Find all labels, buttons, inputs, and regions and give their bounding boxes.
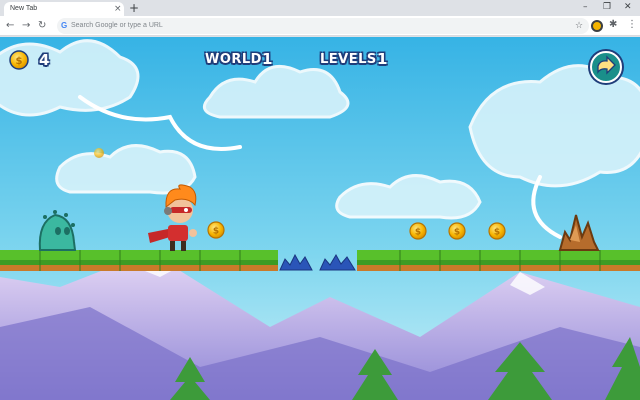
next-button[interactable] [590, 51, 622, 83]
arrow-right-icon [597, 55, 616, 75]
tab-title: New Tab [10, 5, 38, 12]
svg-text:$: $ [415, 228, 421, 238]
svg-text:$: $ [16, 56, 23, 67]
restore-icon[interactable]: ❐ [603, 1, 611, 13]
menu-kebab-icon[interactable]: ⋮ [627, 18, 637, 32]
google-icon: G [61, 21, 68, 30]
svg-text:$: $ [454, 228, 460, 238]
ground-left [0, 250, 278, 271]
back-icon[interactable]: ← [6, 19, 14, 33]
game-canvas[interactable]: $ $ $ $ $ 4 WORLD 1 LEVELS 1 [0, 37, 640, 400]
ground-right [357, 250, 640, 271]
close-window-icon[interactable]: ✕ [624, 1, 632, 13]
browser-toolbar: ← → ↻ G Search Google or type a URL ☆ ✱ … [0, 16, 640, 36]
address-bar-placeholder: Search Google or type a URL [71, 22, 163, 29]
coin-3: $ [448, 222, 466, 240]
new-tab-button[interactable]: + [129, 1, 139, 15]
svg-text:$: $ [213, 227, 219, 237]
tab-new-tab[interactable]: New Tab × [4, 2, 124, 16]
coin-icon: $ [9, 50, 29, 70]
coin-2: $ [409, 222, 427, 240]
forward-icon[interactable]: → [22, 19, 30, 33]
minimize-icon[interactable]: – [583, 1, 588, 13]
bookmark-star-icon[interactable]: ☆ [575, 20, 583, 32]
tab-close-icon[interactable]: × [114, 3, 122, 15]
extensions-puzzle-icon[interactable]: ✱ [609, 18, 617, 32]
coin-4: $ [488, 222, 506, 240]
coin-small [94, 148, 104, 158]
coin-1: $ [207, 221, 225, 239]
world-label: WORLD [205, 52, 262, 67]
reload-icon[interactable]: ↻ [38, 19, 46, 33]
game-scene: $ $ $ $ $ [0, 37, 640, 400]
coin-counter: 4 [39, 51, 50, 69]
world-value: 1 [262, 50, 273, 68]
svg-text:$: $ [494, 228, 500, 238]
address-bar[interactable]: G Search Google or type a URL ☆ [57, 18, 589, 34]
tab-strip: New Tab × + – ❐ ✕ [0, 0, 640, 16]
levels-value: 1 [377, 50, 388, 68]
levels-label: LEVELS [320, 52, 377, 67]
extension-icon[interactable] [591, 20, 603, 32]
